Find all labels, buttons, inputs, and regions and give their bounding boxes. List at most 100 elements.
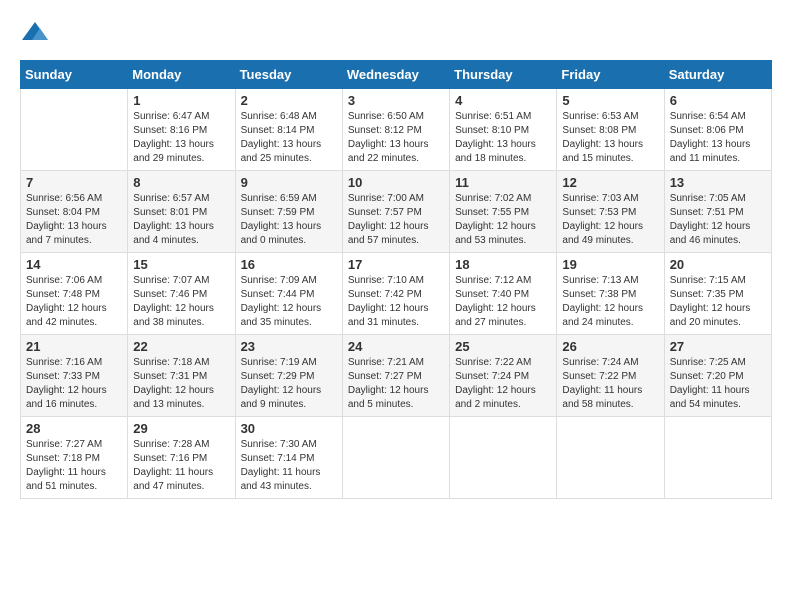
calendar-cell: 11Sunrise: 7:02 AMSunset: 7:55 PMDayligh… xyxy=(450,171,557,253)
day-number: 22 xyxy=(133,339,229,354)
day-info: Sunrise: 7:02 AMSunset: 7:55 PMDaylight:… xyxy=(455,192,551,248)
day-number: 9 xyxy=(241,175,337,190)
calendar-cell: 7 Sunrise: 6:56 AMSunset: 8:04 PMDaylight… xyxy=(21,171,128,253)
day-info: Sunrise: 7:05 AMSunset: 7:51 PMDaylight:… xyxy=(670,192,766,248)
calendar-cell: 28Sunrise: 7:27 AMSunset: 7:18 PMDayligh… xyxy=(21,417,128,499)
day-number: 19 xyxy=(562,257,658,272)
day-info: Sunrise: 7:28 AMSunset: 7:16 PMDaylight:… xyxy=(133,438,229,494)
calendar-cell xyxy=(557,417,664,499)
calendar-cell: 27Sunrise: 7:25 AMSunset: 7:20 PMDayligh… xyxy=(664,335,771,417)
day-info: Sunrise: 6:56 AMSunset: 8:04 PMDaylight:… xyxy=(26,192,122,248)
calendar-cell: 16 Sunrise: 7:09 AMSunset: 7:44 PMDayligh… xyxy=(235,253,342,335)
calendar-cell xyxy=(21,89,128,171)
day-info: Sunrise: 7:13 AMSunset: 7:38 PMDaylight:… xyxy=(562,274,658,330)
logo-icon xyxy=(20,20,50,50)
day-info: Sunrise: 7:12 AMSunset: 7:40 PMDaylight:… xyxy=(455,274,551,330)
day-info: Sunrise: 6:47 AMSunset: 8:16 PMDaylight:… xyxy=(133,110,229,166)
day-info: Sunrise: 6:50 AMSunset: 8:12 PMDaylight:… xyxy=(348,110,444,166)
calendar-cell: 24Sunrise: 7:21 AMSunset: 7:27 PMDayligh… xyxy=(342,335,449,417)
calendar-cell: 15 Sunrise: 7:07 AMSunset: 7:46 PMDayligh… xyxy=(128,253,235,335)
column-header-wednesday: Wednesday xyxy=(342,61,449,89)
day-number: 7 xyxy=(26,175,122,190)
calendar-cell: 3 Sunrise: 6:50 AMSunset: 8:12 PMDaylight… xyxy=(342,89,449,171)
calendar-cell: 30 Sunrise: 7:30 AMSunset: 7:14 PMDayligh… xyxy=(235,417,342,499)
day-number: 15 xyxy=(133,257,229,272)
calendar-table: SundayMondayTuesdayWednesdayThursdayFrid… xyxy=(20,60,772,499)
day-info: Sunrise: 7:03 AMSunset: 7:53 PMDaylight:… xyxy=(562,192,658,248)
day-info: Sunrise: 7:00 AMSunset: 7:57 PMDaylight:… xyxy=(348,192,444,248)
calendar-body: 1 Sunrise: 6:47 AMSunset: 8:16 PMDaylight… xyxy=(21,89,772,499)
day-number: 18 xyxy=(455,257,551,272)
day-info: Sunrise: 7:06 AMSunset: 7:48 PMDaylight:… xyxy=(26,274,122,330)
day-info: Sunrise: 6:53 AMSunset: 8:08 PMDaylight:… xyxy=(562,110,658,166)
column-header-thursday: Thursday xyxy=(450,61,557,89)
day-info: Sunrise: 7:09 AMSunset: 7:44 PMDaylight:… xyxy=(241,274,337,330)
day-number: 20 xyxy=(670,257,766,272)
day-number: 29 xyxy=(133,421,229,436)
logo xyxy=(20,20,54,50)
calendar-cell: 6 Sunrise: 6:54 AMSunset: 8:06 PMDaylight… xyxy=(664,89,771,171)
day-number: 4 xyxy=(455,93,551,108)
calendar-week-row: 28Sunrise: 7:27 AMSunset: 7:18 PMDayligh… xyxy=(21,417,772,499)
day-number: 23 xyxy=(241,339,337,354)
day-number: 13 xyxy=(670,175,766,190)
column-header-monday: Monday xyxy=(128,61,235,89)
day-info: Sunrise: 6:54 AMSunset: 8:06 PMDaylight:… xyxy=(670,110,766,166)
calendar-cell: 4 Sunrise: 6:51 AMSunset: 8:10 PMDaylight… xyxy=(450,89,557,171)
calendar-cell: 8 Sunrise: 6:57 AMSunset: 8:01 PMDaylight… xyxy=(128,171,235,253)
day-info: Sunrise: 7:21 AMSunset: 7:27 PMDaylight:… xyxy=(348,356,444,412)
column-header-saturday: Saturday xyxy=(664,61,771,89)
column-header-friday: Friday xyxy=(557,61,664,89)
day-number: 8 xyxy=(133,175,229,190)
day-info: Sunrise: 7:25 AMSunset: 7:20 PMDaylight:… xyxy=(670,356,766,412)
day-number: 3 xyxy=(348,93,444,108)
calendar-header-row: SundayMondayTuesdayWednesdayThursdayFrid… xyxy=(21,61,772,89)
day-info: Sunrise: 7:18 AMSunset: 7:31 PMDaylight:… xyxy=(133,356,229,412)
day-number: 14 xyxy=(26,257,122,272)
calendar-cell: 13 Sunrise: 7:05 AMSunset: 7:51 PMDayligh… xyxy=(664,171,771,253)
column-header-tuesday: Tuesday xyxy=(235,61,342,89)
calendar-cell: 5 Sunrise: 6:53 AMSunset: 8:08 PMDaylight… xyxy=(557,89,664,171)
day-number: 17 xyxy=(348,257,444,272)
day-info: Sunrise: 6:59 AMSunset: 7:59 PMDaylight:… xyxy=(241,192,337,248)
day-info: Sunrise: 7:24 AMSunset: 7:22 PMDaylight:… xyxy=(562,356,658,412)
day-info: Sunrise: 7:22 AMSunset: 7:24 PMDaylight:… xyxy=(455,356,551,412)
calendar-cell: 14 Sunrise: 7:06 AMSunset: 7:48 PMDayligh… xyxy=(21,253,128,335)
day-number: 1 xyxy=(133,93,229,108)
calendar-cell: 17 Sunrise: 7:10 AMSunset: 7:42 PMDayligh… xyxy=(342,253,449,335)
day-number: 10 xyxy=(348,175,444,190)
calendar-cell: 21 Sunrise: 7:16 AMSunset: 7:33 PMDayligh… xyxy=(21,335,128,417)
day-number: 12 xyxy=(562,175,658,190)
day-number: 30 xyxy=(241,421,337,436)
day-number: 6 xyxy=(670,93,766,108)
day-number: 2 xyxy=(241,93,337,108)
calendar-week-row: 14 Sunrise: 7:06 AMSunset: 7:48 PMDayligh… xyxy=(21,253,772,335)
page-header xyxy=(20,20,772,50)
day-info: Sunrise: 6:48 AMSunset: 8:14 PMDaylight:… xyxy=(241,110,337,166)
day-number: 25 xyxy=(455,339,551,354)
day-number: 21 xyxy=(26,339,122,354)
calendar-cell xyxy=(664,417,771,499)
calendar-week-row: 7 Sunrise: 6:56 AMSunset: 8:04 PMDaylight… xyxy=(21,171,772,253)
day-info: Sunrise: 7:10 AMSunset: 7:42 PMDaylight:… xyxy=(348,274,444,330)
day-info: Sunrise: 6:57 AMSunset: 8:01 PMDaylight:… xyxy=(133,192,229,248)
calendar-cell: 1 Sunrise: 6:47 AMSunset: 8:16 PMDaylight… xyxy=(128,89,235,171)
calendar-cell: 19 Sunrise: 7:13 AMSunset: 7:38 PMDayligh… xyxy=(557,253,664,335)
day-number: 5 xyxy=(562,93,658,108)
day-info: Sunrise: 7:30 AMSunset: 7:14 PMDaylight:… xyxy=(241,438,337,494)
day-info: Sunrise: 7:16 AMSunset: 7:33 PMDaylight:… xyxy=(26,356,122,412)
calendar-cell: 2 Sunrise: 6:48 AMSunset: 8:14 PMDaylight… xyxy=(235,89,342,171)
column-header-sunday: Sunday xyxy=(21,61,128,89)
calendar-week-row: 1 Sunrise: 6:47 AMSunset: 8:16 PMDaylight… xyxy=(21,89,772,171)
calendar-cell: 18 Sunrise: 7:12 AMSunset: 7:40 PMDayligh… xyxy=(450,253,557,335)
day-info: Sunrise: 7:27 AMSunset: 7:18 PMDaylight:… xyxy=(26,438,122,494)
calendar-cell: 12 Sunrise: 7:03 AMSunset: 7:53 PMDayligh… xyxy=(557,171,664,253)
calendar-cell: 26 Sunrise: 7:24 AMSunset: 7:22 PMDayligh… xyxy=(557,335,664,417)
day-info: Sunrise: 7:15 AMSunset: 7:35 PMDaylight:… xyxy=(670,274,766,330)
calendar-cell: 10 Sunrise: 7:00 AMSunset: 7:57 PMDayligh… xyxy=(342,171,449,253)
calendar-cell: 25 Sunrise: 7:22 AMSunset: 7:24 PMDayligh… xyxy=(450,335,557,417)
day-info: Sunrise: 6:51 AMSunset: 8:10 PMDaylight:… xyxy=(455,110,551,166)
day-number: 26 xyxy=(562,339,658,354)
day-info: Sunrise: 7:07 AMSunset: 7:46 PMDaylight:… xyxy=(133,274,229,330)
day-number: 16 xyxy=(241,257,337,272)
